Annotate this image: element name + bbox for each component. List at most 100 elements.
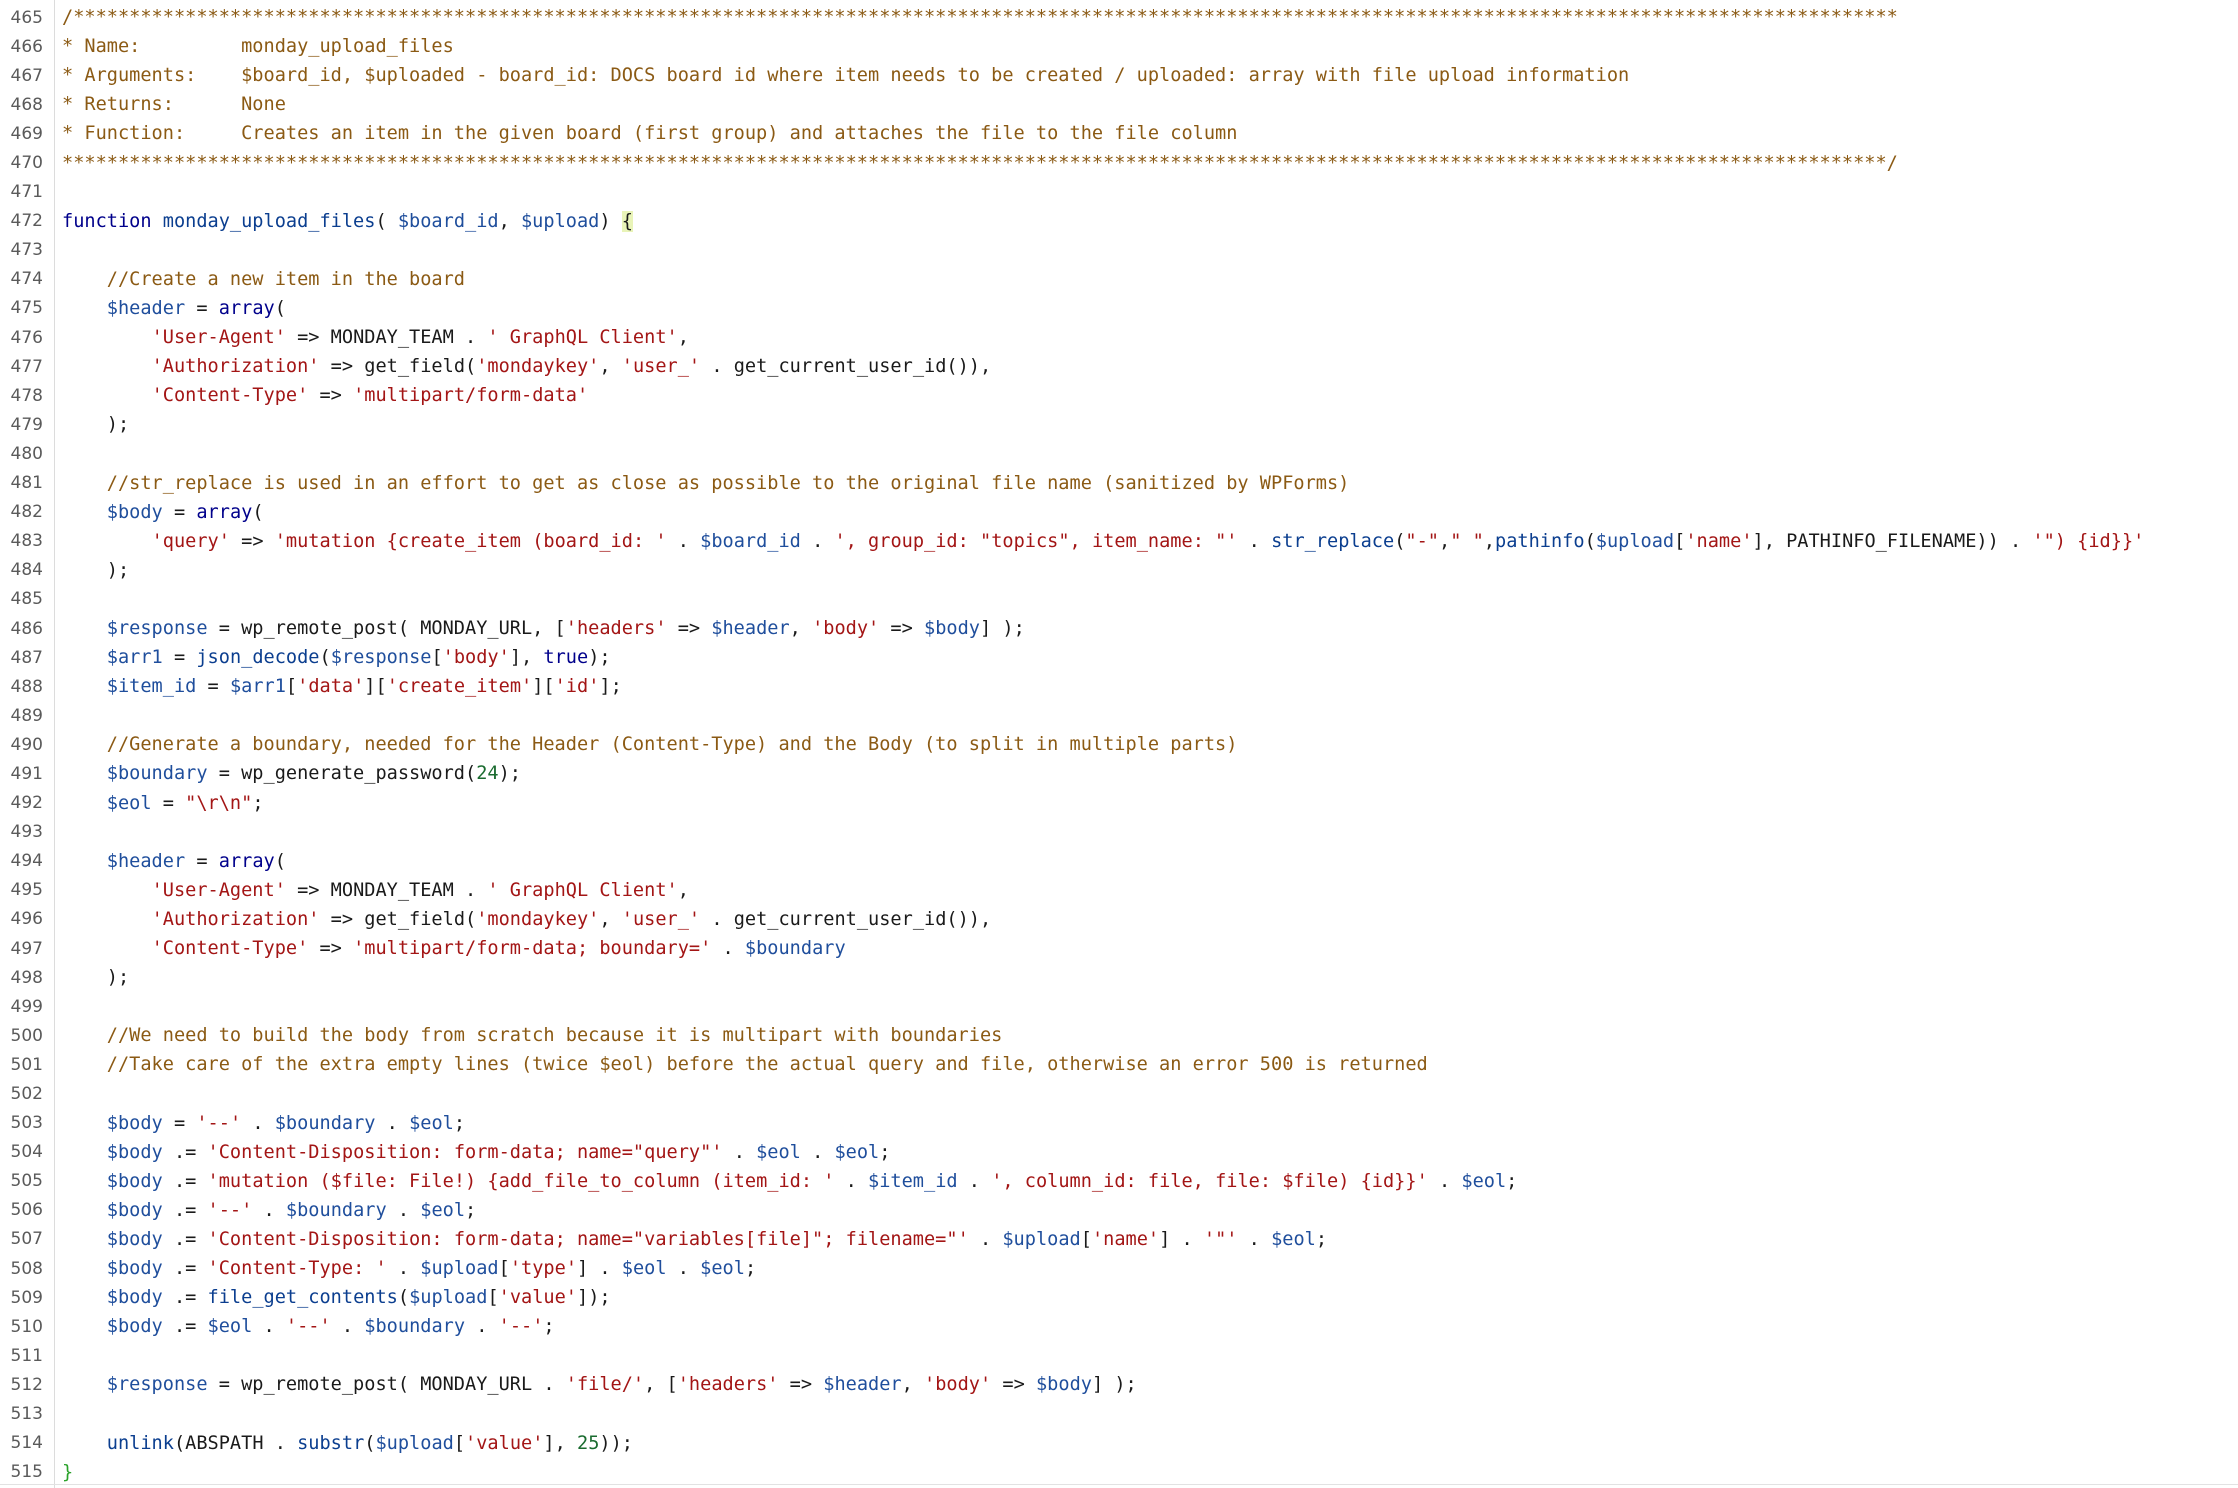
code-token-plain: , [1483,530,1495,552]
code-line[interactable]: 496 'Authorization' => get_field('monday… [0,905,2238,934]
code-line[interactable]: 478 'Content-Type' => 'multipart/form-da… [0,381,2238,410]
line-text: 'Content-Type' => 'multipart/form-data' [52,385,589,407]
line-number: 484 [10,560,43,581]
line-text: ); [52,560,129,581]
code-line[interactable]: 473 [0,236,2238,265]
code-line[interactable]: 503 $body = '--' . $boundary . $eol; [0,1109,2238,1138]
code-token-variable: $response [106,1374,208,1396]
code-line[interactable]: 500 //We need to build the body from scr… [0,1021,2238,1050]
code-token-string: 'Authorization' [151,356,320,378]
code-line[interactable]: 487 $arr1 = json_decode($response['body'… [0,643,2238,672]
code-line[interactable]: 515} [0,1458,2238,1487]
code-line[interactable]: 479 ); [0,410,2238,439]
code-line[interactable]: 468 * Returns: None [0,90,2238,119]
code-line[interactable]: 470 *************************************… [0,148,2238,177]
code-line[interactable]: 511 [0,1341,2238,1370]
code-line[interactable]: 498 ); [0,963,2238,992]
code-token-plain: ( [364,1432,376,1454]
code-token-variable: $upload [420,1258,499,1280]
line-text: $response = wp_remote_post( MONDAY_URL .… [52,1374,1137,1395]
code-line[interactable]: 494 $header = array( [0,847,2238,876]
code-line[interactable]: 471 [0,178,2238,207]
code-line[interactable]: 508 $body .= 'Content-Type: ' . $upload[… [0,1254,2238,1283]
code-line[interactable]: 489 [0,701,2238,730]
code-area[interactable]: 465 /************************************… [0,3,2238,1487]
code-line[interactable]: 509 $body .= file_get_contents($upload['… [0,1283,2238,1312]
code-line[interactable]: 480 [0,439,2238,468]
code-line[interactable]: 482 $body = array( [0,498,2238,527]
code-token-plain: ]; [599,676,622,698]
code-token-plain: => [308,385,354,407]
code-line[interactable]: 469 * Function: Creates an item in the gi… [0,119,2238,148]
code-token-string: 'name' [1091,1228,1160,1250]
code-line[interactable]: 510 $body .= $eol . '--' . $boundary . '… [0,1312,2238,1341]
code-line[interactable]: 485 [0,585,2238,614]
code-line[interactable]: 513 [0,1400,2238,1429]
code-token-plain: ) [599,210,622,232]
code-token-plain: => get_field( [319,908,477,930]
code-token-plain: . [800,530,835,552]
code-line[interactable]: 492 $eol = "\r\n"; [0,789,2238,818]
code-token-plain: . [957,1170,992,1192]
code-line[interactable]: 504 $body .= 'Content-Disposition: form-… [0,1138,2238,1167]
code-token-variable: $item_id [868,1170,958,1192]
code-token-brace: { [621,210,633,232]
code-line[interactable]: 490 //Generate a boundary, needed for th… [0,730,2238,759]
code-line[interactable]: 472 function monday_upload_files( $board_… [0,207,2238,236]
code-line[interactable]: 507 $body .= 'Content-Disposition: form-… [0,1225,2238,1254]
code-line[interactable]: 495 'User-Agent' => MONDAY_TEAM . ' Grap… [0,876,2238,905]
code-line[interactable]: 466 * Name: monday_upload_files [0,32,2238,61]
code-token-plain: . [666,1258,701,1280]
code-line[interactable]: 484 ); [0,556,2238,585]
code-line[interactable]: 465 /************************************… [0,3,2238,32]
code-line[interactable]: 476 'User-Agent' => MONDAY_TEAM . ' Grap… [0,323,2238,352]
line-number: 515 [10,1462,43,1483]
code-token-plain: => MONDAY_TEAM . [285,879,488,901]
code-line[interactable]: 488 $item_id = $arr1['data']['create_ite… [0,672,2238,701]
code-line[interactable]: 481 //str_replace is used in an effort t… [0,469,2238,498]
code-token-variable: $header [106,850,186,872]
code-line[interactable]: 483 'query' => 'mutation {create_item (b… [0,527,2238,556]
code-line[interactable]: 474 //Create a new item in the board [0,265,2238,294]
code-line[interactable]: 505 $body .= 'mutation ($file: File!) {a… [0,1167,2238,1196]
code-line[interactable]: 497 'Content-Type' => 'multipart/form-da… [0,934,2238,963]
code-token-plain: . [1237,530,1272,552]
code-token-plain: ; [879,1141,891,1163]
code-token-plain: ][ [364,676,387,698]
code-line[interactable]: 502 [0,1079,2238,1108]
line-text: function monday_upload_files( $board_id,… [52,210,633,232]
code-token-string: "\r\n" [185,792,253,814]
code-line[interactable]: 506 $body .= '--' . $boundary . $eol; [0,1196,2238,1225]
code-token-variable: $eol [420,1199,466,1221]
code-line[interactable]: 486 $response = wp_remote_post( MONDAY_U… [0,614,2238,643]
code-token-function: monday_upload_files [162,210,376,232]
code-line[interactable]: 467 * Arguments: $board_id, $uploaded - b… [0,61,2238,90]
code-editor[interactable]: 465 /************************************… [0,0,2238,1488]
code-line[interactable]: 491 $boundary = wp_generate_password(24)… [0,759,2238,788]
code-token-string: ' GraphQL Client' [487,879,678,901]
line-text: $body = '--' . $boundary . $eol; [52,1113,465,1134]
code-token-keyword: true [543,647,589,669]
code-line[interactable]: 499 [0,992,2238,1021]
code-line[interactable]: 493 [0,818,2238,847]
code-token-variable: $body [106,1228,163,1250]
code-line[interactable]: 475 $header = array( [0,294,2238,323]
code-line[interactable]: 501 //Take care of the extra empty lines… [0,1050,2238,1079]
code-token-keyword: array [218,850,275,872]
code-token-string: 'type' [509,1258,578,1280]
code-token-function: str_replace [1271,530,1395,552]
code-line[interactable]: 512 $response = wp_remote_post( MONDAY_U… [0,1370,2238,1399]
code-token-variable: $body [106,1287,163,1309]
code-token-variable: $body [106,1199,163,1221]
code-line[interactable]: 477 'Authorization' => get_field('monday… [0,352,2238,381]
code-line[interactable]: 514 unlink(ABSPATH . substr($upload['val… [0,1429,2238,1458]
code-token-variable: $boundary [364,1316,466,1338]
code-token-plain: ( [375,210,398,232]
line-number: 477 [10,356,43,377]
line-text: $response = wp_remote_post( MONDAY_URL, … [52,618,1025,639]
